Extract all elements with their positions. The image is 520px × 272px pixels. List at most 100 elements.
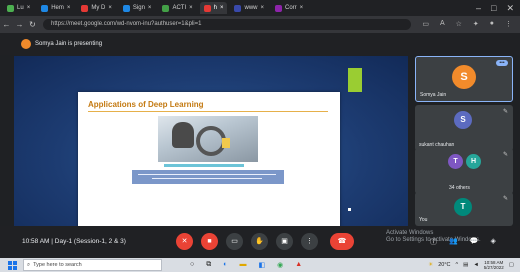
more-options-button[interactable]: ⋮ [301,233,318,250]
url-input[interactable]: https://meet.google.com/wd-nvom-inu?auth… [43,19,411,30]
browser-tab[interactable]: Hem × [37,2,74,14]
taskbar-apps: ○ ⧉ ◐ ▬ ◧ ◉ ▲ [190,261,302,269]
browser-tab[interactable]: www × [230,2,268,14]
file-explorer-icon[interactable]: ▬ [239,261,246,269]
profile-icon[interactable]: ● [490,20,494,28]
camera-icon[interactable]: ▭ [422,20,429,28]
tab-label: Hem [51,5,64,11]
tab-close-icon[interactable]: × [220,5,224,11]
close-icon[interactable]: ✕ [506,3,514,13]
pin-icon[interactable]: ✎ [503,195,508,202]
notifications-icon[interactable]: ▢ [509,262,514,268]
side-panel-icons: ⓘ 👥 💬 ◈ [430,237,496,247]
participant-tile-somya[interactable]: ••• S Somya Jain [415,56,513,102]
store-icon[interactable]: ◧ [258,261,265,269]
tab-label: h [213,5,217,11]
browser-tab[interactable]: Corr × [271,2,307,14]
tab-label: ACTI [172,5,187,11]
meeting-controls: 10:58 AM | Day-1 (Session-1, 2 & 3) ✕ ■ … [0,226,520,258]
avatar: T [448,154,463,169]
tab-close-icon[interactable]: × [67,5,71,11]
presentation-stage: Applications of Deep Learning [14,56,408,230]
participant-name: Somya Jain [420,92,447,98]
captions-button[interactable]: ▭ [226,233,243,250]
chat-icon[interactable]: 💬 [470,237,479,247]
address-bar: ← → ↻ https://meet.google.com/wd-nvom-in… [0,16,520,33]
cursor-dot [348,208,351,211]
presenting-label: Somya Jain is presenting [35,41,103,47]
windows-start-icon[interactable] [8,260,17,270]
leave-call-button[interactable]: ☎ [330,233,354,250]
avatar: H [466,154,481,169]
tab-close-icon[interactable]: × [148,5,152,11]
favicon-icon [203,4,211,12]
slide-divider [88,111,328,112]
browser-toolbar-icons: ▭ A ☆ ✦ ● ⋮ [422,20,512,28]
tray-arrow-icon[interactable]: ^ [456,262,459,268]
app-icon[interactable]: ▲ [295,261,302,269]
tab-label: Lu [17,5,24,11]
info-icon[interactable]: ⓘ [430,237,437,247]
star-icon[interactable]: ☆ [456,20,462,28]
menu-icon[interactable]: ⋮ [505,20,512,28]
people-icon[interactable]: 👥 [449,237,458,247]
forward-icon[interactable]: → [13,20,26,29]
green-square [348,68,362,92]
activate-line-1: Activate Windows [386,230,434,236]
more-options-button[interactable]: ••• [496,60,508,66]
text-line [152,178,262,179]
pin-icon[interactable]: ✎ [503,151,508,158]
favicon-icon [162,4,170,12]
reload-icon[interactable]: ↻ [26,20,39,29]
activities-icon[interactable]: ◈ [490,237,495,247]
edge-icon[interactable]: ◐ [223,261,227,269]
cup-figure [222,138,230,148]
task-view-icon[interactable]: ⧉ [206,261,211,269]
raise-hand-button[interactable]: ✋ [251,233,268,250]
present-button[interactable]: ▣ [276,233,293,250]
volume-icon[interactable]: ◄ [473,262,478,268]
minimize-icon[interactable]: – [476,3,481,13]
driver-photo [158,116,258,162]
extensions-icon[interactable]: ✦ [473,20,479,28]
participant-tile-sukant[interactable]: ✎ S sukant chauhan [415,105,513,151]
pin-icon[interactable]: ✎ [503,108,508,115]
browser-tab[interactable]: Lu × [3,2,34,14]
clock[interactable]: 10:58 AM 5/27/2022 [484,260,504,270]
search-icon: ⌕ [27,261,31,268]
browser-tab[interactable]: h × [199,2,228,14]
browser-tab[interactable]: Sign × [119,2,156,14]
slide: Applications of Deep Learning [78,92,340,230]
meet-header: Somya Jain is presenting [0,33,520,55]
maximize-icon[interactable]: □ [491,3,496,13]
taskbar-search-input[interactable]: ⌕ Type here to search [23,259,162,271]
tab-close-icon[interactable]: × [260,5,264,11]
browser-tab-bar: Lu × Hem × My D × Sign × ACTI × h × www × Corr × – □ ✕ [0,0,520,16]
chrome-icon[interactable]: ◉ [277,261,283,269]
clock-date: 5/27/2022 [483,265,504,270]
favicon-icon [234,4,242,12]
participant-name: You [419,217,428,223]
mic-off-button[interactable]: ✕ [176,233,193,250]
avatar: S [454,111,472,129]
tab-label: My D [91,5,106,11]
tab-close-icon[interactable]: × [189,5,193,11]
camera-off-button[interactable]: ■ [201,233,218,250]
font-icon[interactable]: A [440,20,445,28]
meeting-info: 10:58 AM | Day-1 (Session-1, 2 & 3) [22,238,126,245]
browser-tab[interactable]: ACTI × [158,2,196,14]
tab-close-icon[interactable]: × [27,5,31,11]
participant-tile-you[interactable]: ✎ T You [415,192,513,226]
back-icon[interactable]: ← [0,20,13,29]
cortana-icon[interactable]: ○ [190,261,194,269]
slide-title: Applications of Deep Learning [88,100,204,109]
presenter-chip[interactable]: Somya Jain is presenting [21,38,102,50]
network-icon[interactable]: ▤ [463,262,468,268]
favicon-icon [41,4,49,12]
browser-tab[interactable]: My D × [77,2,116,14]
participant-tile-others[interactable]: ✎ T H 34 others [415,148,513,194]
tab-close-icon[interactable]: × [300,5,304,11]
slide-textbox [132,170,284,184]
tab-close-icon[interactable]: × [108,5,112,11]
weather-icon[interactable]: ☀ [428,262,433,268]
